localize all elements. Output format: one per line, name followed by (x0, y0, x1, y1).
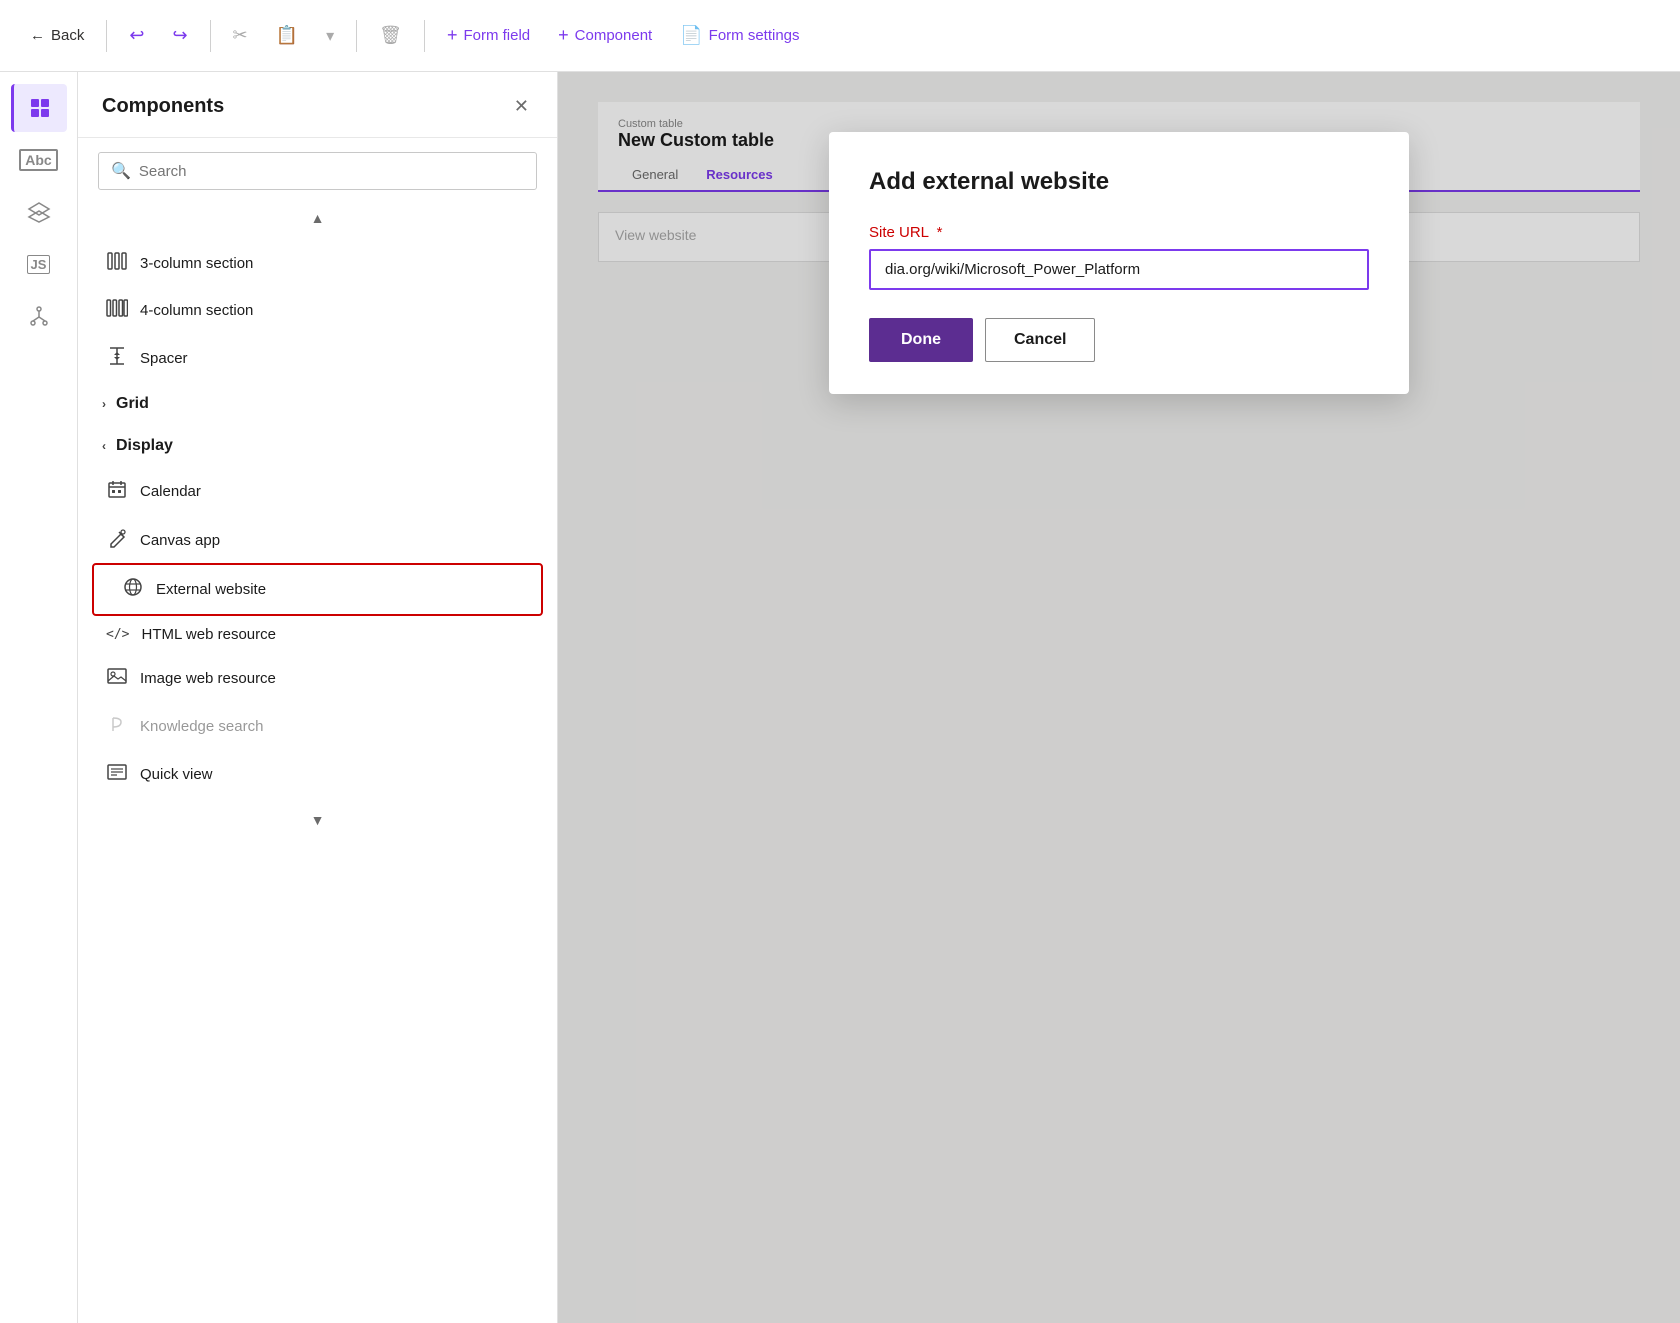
modal-overlay: Add external website Site URL * Done Can… (558, 72, 1680, 1323)
image-label: Image web resource (140, 670, 276, 687)
sidebar-item-grid[interactable] (11, 84, 67, 132)
toolbar-separator (106, 20, 107, 52)
delete-button[interactable]: 🗑 (369, 19, 412, 52)
paste-button[interactable]: 📋 (266, 19, 308, 52)
add-form-field-button[interactable]: + Form field (437, 19, 540, 52)
quickview-label: Quick view (140, 766, 213, 783)
back-arrow-icon: ← (30, 27, 45, 44)
required-mark: * (937, 224, 943, 241)
list-item-knowledge: Knowledge search (78, 702, 557, 751)
3col-icon (106, 252, 128, 275)
cut-icon: ✂ (233, 25, 248, 46)
list-item-4col[interactable]: 4-column section (78, 287, 557, 334)
knowledge-icon (106, 714, 128, 739)
grid-section-header[interactable]: › Grid (78, 383, 557, 425)
grid-chevron-icon: › (102, 397, 106, 411)
done-button[interactable]: Done (869, 318, 973, 362)
paste-icon: 📋 (276, 25, 298, 46)
main-layout: Abc JS Components ✕ (0, 72, 1680, 1323)
components-panel: Components ✕ 🔍 ▲ 3-column section (78, 72, 558, 1323)
add-component-button[interactable]: + Component (548, 19, 662, 52)
external-website-label: External website (156, 581, 266, 598)
display-section-label: Display (116, 437, 173, 455)
content-area: Custom table New Custom table General Re… (558, 72, 1680, 1323)
redo-icon: ↪ (172, 25, 187, 46)
component-label: Component (575, 27, 653, 44)
globe-icon (122, 577, 144, 602)
display-chevron-icon: ‹ (102, 439, 106, 453)
chevron-down-icon: ▾ (326, 26, 334, 46)
back-button[interactable]: ← Back (20, 21, 94, 50)
search-input[interactable] (139, 163, 524, 180)
components-title: Components (102, 95, 224, 118)
text-icon: Abc (19, 149, 57, 171)
icon-sidebar: Abc JS (0, 72, 78, 1323)
calendar-icon (106, 479, 128, 504)
back-label: Back (51, 27, 84, 44)
list-item-spacer[interactable]: Spacer (78, 334, 557, 383)
components-list-wrap: ▲ 3-column section 4-column section (78, 204, 557, 1323)
undo-button[interactable]: ↩ (119, 19, 154, 52)
list-item-3col[interactable]: 3-column section (78, 240, 557, 287)
modal-title: Add external website (869, 168, 1369, 196)
display-section-header[interactable]: ‹ Display (78, 425, 557, 467)
calendar-label: Calendar (140, 483, 201, 500)
add-external-website-dialog: Add external website Site URL * Done Can… (829, 132, 1409, 394)
grid-section-label: Grid (116, 395, 149, 413)
quickview-icon (106, 763, 128, 786)
js-icon: JS (27, 255, 51, 274)
redo-button[interactable]: ↪ (162, 19, 197, 52)
site-url-label: Site URL * (869, 224, 1369, 241)
cut-button[interactable]: ✂ (223, 19, 258, 52)
search-box[interactable]: 🔍 (98, 152, 537, 190)
4col-label: 4-column section (140, 302, 253, 319)
form-field-label: Form field (463, 27, 530, 44)
image-icon (106, 667, 128, 690)
html-icon: </> (106, 627, 129, 642)
toolbar-separator-4 (424, 20, 425, 52)
modal-actions: Done Cancel (869, 318, 1369, 362)
layers-icon (27, 200, 51, 224)
plus-icon-2: + (558, 25, 569, 46)
delete-icon: 🗑 (379, 25, 402, 46)
list-item-external-website[interactable]: External website (94, 565, 541, 614)
list-item-image[interactable]: Image web resource (78, 655, 557, 702)
toolbar-separator-2 (210, 20, 211, 52)
sidebar-item-layers[interactable] (11, 188, 67, 236)
scroll-up-arrow[interactable]: ▲ (78, 204, 557, 232)
spacer-label: Spacer (140, 350, 188, 367)
html-label: HTML web resource (141, 626, 276, 643)
search-icon: 🔍 (111, 161, 131, 181)
form-settings-icon: 📄 (680, 25, 702, 46)
components-header: Components ✕ (78, 72, 557, 138)
sidebar-item-js[interactable]: JS (11, 240, 67, 288)
tree-icon (27, 304, 51, 328)
spacer-icon (106, 346, 128, 371)
list-item-html[interactable]: </> HTML web resource (78, 614, 557, 655)
canvas-label: Canvas app (140, 532, 220, 549)
undo-icon: ↩ (129, 25, 144, 46)
list-item-canvas[interactable]: Canvas app (78, 516, 557, 565)
knowledge-label: Knowledge search (140, 718, 263, 735)
cancel-button[interactable]: Cancel (985, 318, 1095, 362)
scroll-down-arrow[interactable]: ▼ (78, 806, 557, 834)
dropdown-button[interactable]: ▾ (316, 20, 344, 52)
plus-icon: + (447, 25, 458, 46)
list-item-calendar[interactable]: Calendar (78, 467, 557, 516)
sidebar-item-tree[interactable] (11, 292, 67, 340)
toolbar: ← Back ↩ ↪ ✂ 📋 ▾ 🗑 + Form field + Compon… (0, 0, 1680, 72)
form-settings-label: Form settings (709, 27, 800, 44)
3col-label: 3-column section (140, 255, 253, 272)
form-settings-button[interactable]: 📄 Form settings (670, 19, 809, 52)
components-list: 3-column section 4-column section Spacer (78, 232, 557, 806)
close-button[interactable]: ✕ (510, 92, 533, 121)
site-url-input[interactable] (869, 249, 1369, 290)
toolbar-separator-3 (356, 20, 357, 52)
list-item-quickview[interactable]: Quick view (78, 751, 557, 798)
canvas-icon (106, 528, 128, 553)
grid-icon (28, 96, 52, 120)
4col-icon (106, 299, 128, 322)
sidebar-item-text[interactable]: Abc (11, 136, 67, 184)
